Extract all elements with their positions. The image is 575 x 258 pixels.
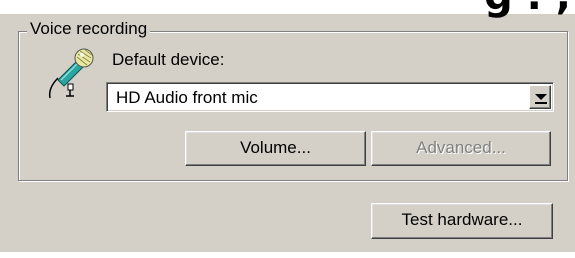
- microphone-icon: [44, 44, 98, 102]
- chevron-down-icon: [535, 94, 547, 100]
- default-device-select[interactable]: HD Audio front mic: [106, 82, 554, 112]
- default-device-label: Default device:: [112, 50, 225, 69]
- voice-recording-label: Voice recording: [27, 18, 151, 40]
- bottom-strip: [0, 252, 575, 258]
- advanced-button: Advanced...: [371, 131, 551, 166]
- volume-button[interactable]: Volume...: [185, 131, 366, 166]
- dropdown-underline: [535, 102, 547, 104]
- top-strip: g . ,: [0, 0, 575, 16]
- audio-settings-panel: g . , Voice recording Default device: HD…: [0, 0, 575, 258]
- default-device-value: HD Audio front mic: [116, 88, 258, 107]
- dropdown-button[interactable]: [529, 85, 551, 109]
- clipped-heading: g . ,: [484, 0, 571, 16]
- test-hardware-button[interactable]: Test hardware...: [371, 203, 553, 239]
